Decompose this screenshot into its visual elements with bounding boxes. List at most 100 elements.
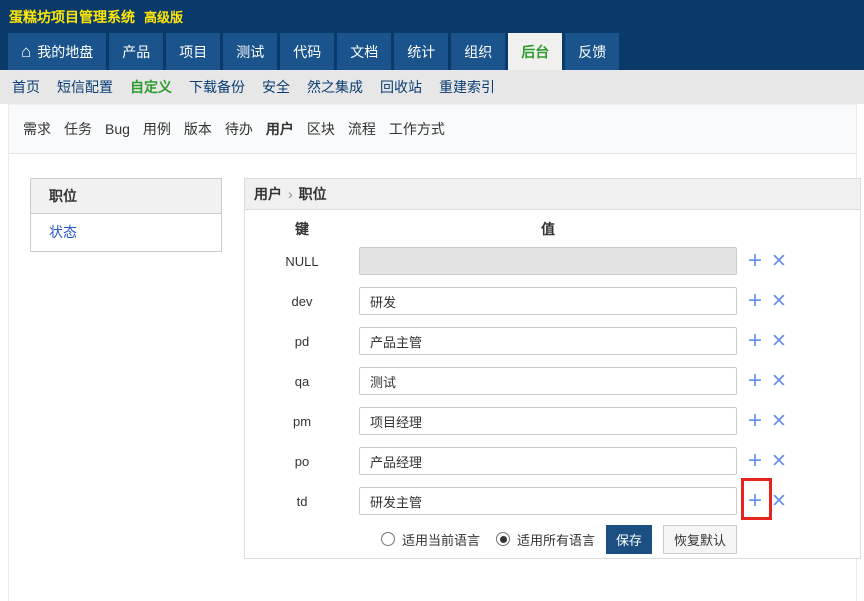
delete-row-icon[interactable]: ✕: [771, 372, 787, 391]
sidebar-header: 职位: [31, 179, 221, 214]
row-key: NULL: [285, 253, 319, 269]
delete-row-icon[interactable]: ✕: [771, 492, 787, 511]
app-title: 蛋糕坊项目管理系统: [9, 9, 135, 25]
tab-doc[interactable]: 文档: [337, 33, 392, 70]
tab-project[interactable]: 项目: [166, 33, 221, 70]
value-input-dev[interactable]: [359, 287, 737, 315]
sidebar: 职位 状态: [30, 178, 222, 252]
add-row-icon[interactable]: +: [748, 369, 762, 393]
app-title-row: 蛋糕坊项目管理系统 高级版: [9, 7, 183, 27]
table-row: po + ✕: [245, 441, 860, 481]
tab-label: 组织: [464, 43, 493, 60]
add-row-icon[interactable]: +: [748, 449, 762, 473]
row-key: po: [294, 453, 310, 469]
table-row-highlighted: td + ✕: [245, 478, 860, 521]
delete-row-icon[interactable]: ✕: [771, 292, 787, 311]
tab-admin[interactable]: 后台: [508, 33, 563, 70]
subnav-item-home[interactable]: 首页: [12, 77, 40, 97]
value-input-pd[interactable]: [359, 327, 737, 355]
add-row-icon[interactable]: +: [748, 409, 762, 433]
value-input-td[interactable]: [359, 487, 737, 515]
add-row-icon[interactable]: +: [748, 489, 762, 513]
radio-all-languages-label: 适用所有语言: [517, 532, 596, 548]
tab-label: 测试: [236, 43, 265, 60]
sidebar-item-status[interactable]: 状态: [31, 214, 221, 251]
add-row-icon[interactable]: +: [748, 329, 762, 353]
module-item-story[interactable]: 需求: [23, 119, 51, 139]
tab-label: 后台: [521, 43, 550, 60]
value-input-po[interactable]: [359, 447, 737, 475]
tab-label: 文档: [350, 43, 379, 60]
table-row: pd + ✕: [245, 321, 860, 361]
tab-label: 代码: [293, 43, 322, 60]
delete-row-icon[interactable]: ✕: [771, 252, 787, 271]
tab-product[interactable]: 产品: [109, 33, 164, 70]
module-item-build[interactable]: 版本: [184, 119, 212, 139]
app-edition-badge: 高级版: [144, 10, 184, 25]
subnav-item-ranzhi[interactable]: 然之集成: [307, 77, 363, 97]
tab-feedback[interactable]: 反馈: [565, 33, 620, 70]
breadcrumb-parent: 用户: [254, 186, 282, 202]
module-item-user[interactable]: 用户: [266, 119, 294, 139]
tab-label: 我的地盘: [37, 43, 94, 60]
radio-current-language-label: 适用当前语言: [402, 532, 481, 548]
row-key: qa: [294, 373, 310, 389]
delete-row-icon[interactable]: ✕: [771, 452, 787, 471]
module-item-todo[interactable]: 待办: [225, 119, 253, 139]
breadcrumb-separator: ›: [288, 186, 293, 202]
radio-all-languages[interactable]: [496, 532, 511, 546]
row-key: pd: [294, 333, 310, 349]
tab-my-dashboard[interactable]: ⌂ 我的地盘: [8, 33, 107, 70]
subnav-item-safe[interactable]: 安全: [262, 77, 290, 97]
module-item-block[interactable]: 区块: [307, 119, 335, 139]
tab-label: 项目: [179, 43, 208, 60]
module-item-bug[interactable]: Bug: [105, 121, 130, 137]
tab-organization[interactable]: 组织: [451, 33, 506, 70]
add-row-icon[interactable]: +: [748, 249, 762, 273]
key-column-header: 键: [295, 221, 309, 237]
tab-code[interactable]: 代码: [280, 33, 335, 70]
tab-stats[interactable]: 统计: [394, 33, 449, 70]
tab-label: 反馈: [578, 43, 607, 60]
radio-current-language[interactable]: [381, 532, 395, 546]
breadcrumb-current: 职位: [298, 186, 327, 202]
subnav-item-sms-config[interactable]: 短信配置: [57, 77, 113, 97]
module-item-flow[interactable]: 流程: [348, 119, 376, 139]
main-card: 需求 任务 Bug 用例 版本 待办 用户 区块 流程 工作方式 职位 状态 用…: [8, 104, 861, 601]
language-scope-group: 适用当前语言 适用所有语言: [381, 530, 604, 549]
module-item-case[interactable]: 用例: [143, 119, 171, 139]
subnav-item-trash[interactable]: 回收站: [380, 77, 422, 97]
role-config-panel: 用户 › 职位 键 值 NULL + ✕ dev + ✕: [244, 178, 861, 559]
custom-module-nav: 需求 任务 Bug 用例 版本 待办 用户 区块 流程 工作方式: [9, 105, 856, 154]
tab-label: 统计: [407, 43, 436, 60]
main-nav: ⌂ 我的地盘 产品 项目 测试 代码 文档 统计 组织 后台 反馈: [8, 33, 620, 70]
value-input-null: [359, 247, 737, 275]
tab-test[interactable]: 测试: [223, 33, 278, 70]
delete-row-icon[interactable]: ✕: [771, 332, 787, 351]
table-row: qa + ✕: [245, 361, 860, 401]
admin-sub-nav: 首页 短信配置 自定义 下载备份 安全 然之集成 回收站 重建索引: [0, 70, 864, 104]
highlighted-add-wrap: +: [737, 478, 772, 520]
restore-default-button[interactable]: 恢复默认: [663, 524, 738, 554]
tab-label: 产品: [122, 43, 151, 60]
breadcrumb: 用户 › 职位: [245, 179, 860, 210]
table-row: NULL + ✕: [245, 241, 860, 281]
row-key: pm: [292, 413, 312, 429]
value-input-qa[interactable]: [359, 367, 737, 395]
add-row-icon[interactable]: +: [748, 289, 762, 313]
table-row: pm + ✕: [245, 401, 860, 441]
row-key: dev: [291, 293, 313, 309]
save-button[interactable]: 保存: [606, 524, 653, 554]
home-icon: ⌂: [21, 42, 32, 61]
value-input-pm[interactable]: [359, 407, 737, 435]
delete-row-icon[interactable]: ✕: [771, 412, 787, 431]
subnav-item-backup[interactable]: 下载备份: [189, 77, 245, 97]
form-actions: 适用当前语言 适用所有语言 保存 恢复默认: [245, 523, 860, 555]
module-item-task[interactable]: 任务: [64, 119, 92, 139]
subnav-item-custom[interactable]: 自定义: [130, 77, 172, 97]
module-item-workflow[interactable]: 工作方式: [389, 119, 445, 139]
subnav-item-reindex[interactable]: 重建索引: [439, 77, 495, 97]
app-window: 蛋糕坊项目管理系统 高级版 ⌂ 我的地盘 产品 项目 测试 代码 文档 统计 组…: [0, 0, 864, 601]
table-header-row: 键 值: [245, 217, 860, 241]
table-row: dev + ✕: [245, 281, 860, 321]
